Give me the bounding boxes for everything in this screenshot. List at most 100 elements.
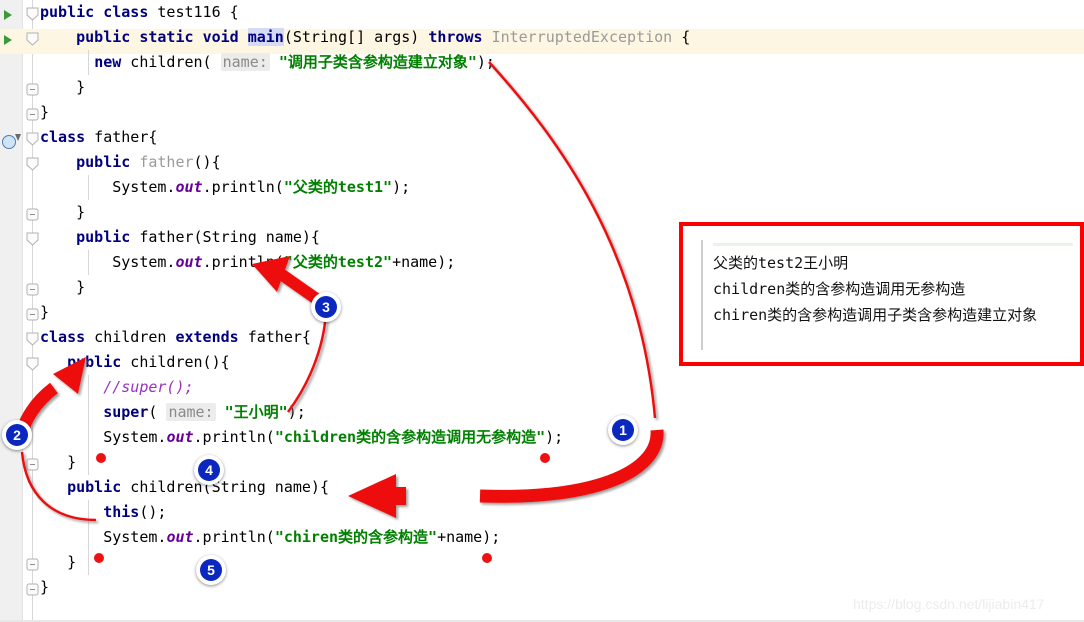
code-token: }	[40, 203, 86, 221]
code-token: }	[40, 78, 86, 96]
code-line-19[interactable]: }	[40, 450, 76, 475]
code-line-7[interactable]: public father(){	[40, 150, 221, 175]
console-output-box: 父类的test2王小明 children类的含参构造调用无参构造 chiren类…	[679, 222, 1084, 366]
code-token: name:	[166, 403, 216, 421]
callout-badge-5: 5	[196, 555, 226, 585]
code-token: {	[672, 28, 691, 46]
code-token: main	[247, 28, 284, 46]
callout-badge-4-label: 4	[198, 459, 220, 481]
watermark: https://blog.csdn.net/lijiabin417	[853, 596, 1045, 612]
code-token: System.	[40, 428, 167, 446]
code-token: new	[94, 53, 122, 71]
code-line-21[interactable]: this();	[40, 500, 166, 525]
code-token: System.	[40, 528, 167, 546]
code-line-9[interactable]: }	[40, 200, 85, 225]
code-line-17[interactable]: super( name: "王小明");	[40, 400, 306, 425]
code-token: children	[85, 328, 176, 346]
code-token: );	[476, 53, 495, 71]
callout-badge-5-label: 5	[200, 559, 222, 581]
code-line-23[interactable]: }	[40, 550, 76, 575]
code-token: );	[287, 403, 306, 421]
code-token: name:	[220, 53, 270, 71]
code-token: "王小明"	[224, 403, 288, 421]
code-token: "调用子类含参构造建立对象"	[278, 53, 477, 71]
code-token: public	[40, 3, 95, 21]
code-token: .println(	[193, 528, 275, 546]
code-token: "父类的test1"	[283, 178, 393, 196]
console-left-rule	[701, 240, 703, 350]
code-token: super	[103, 403, 149, 421]
console-line: 父类的test2王小明	[713, 254, 849, 272]
code-token: this	[103, 503, 140, 521]
code-line-18[interactable]: System.out.println("children类的含参构造调用无参构造…	[40, 425, 563, 450]
code-line-5[interactable]: }	[40, 100, 49, 125]
code-line-13[interactable]: }	[40, 300, 49, 325]
code-line-12[interactable]: }	[40, 275, 85, 300]
callout-badge-1-label: 1	[612, 419, 634, 441]
code-token: public	[76, 28, 131, 46]
code-token: father(String name){	[130, 228, 320, 246]
callout-badge-4: 4	[194, 455, 224, 485]
callout-badge-1: 1	[608, 415, 638, 445]
code-line-24[interactable]: }	[40, 575, 49, 600]
callout-badge-3-label: 3	[315, 296, 337, 318]
code-token: children(){	[121, 353, 230, 371]
code-line-16[interactable]: //super();	[40, 375, 193, 400]
code-token: void	[202, 28, 239, 46]
code-token: public	[76, 153, 131, 171]
code-line-11[interactable]: System.out.println("父类的test2"+name);	[40, 250, 455, 275]
code-token: out	[166, 428, 194, 446]
code-token: out	[166, 528, 194, 546]
code-token: }	[40, 303, 50, 321]
console-top-rule	[713, 243, 1073, 246]
code-token: InterruptedException	[491, 28, 673, 46]
code-token: }	[40, 553, 77, 571]
code-token: father	[139, 153, 194, 171]
code-token: }	[40, 453, 77, 471]
callout-badge-2-label: 2	[6, 424, 28, 446]
code-token: +name);	[392, 253, 456, 271]
code-line-22[interactable]: System.out.println("chiren类的含参构造"+name);	[40, 525, 500, 550]
console-line: chiren类的含参构造调用子类含参构造建立对象	[713, 306, 1038, 324]
code-line-15[interactable]: public children(){	[40, 350, 230, 375]
code-token: class	[103, 3, 149, 21]
code-token: "chiren类的含参构造"	[274, 528, 438, 546]
code-token: );	[392, 178, 411, 196]
code-token: out	[175, 178, 203, 196]
code-token: throws	[428, 28, 483, 46]
code-token: System.	[40, 178, 176, 196]
code-line-2[interactable]: public static void main(String[] args) t…	[40, 25, 690, 50]
code-token: .println(	[202, 178, 284, 196]
code-line-14[interactable]: class children extends father{	[40, 325, 311, 350]
code-token: children(String name){	[121, 478, 329, 496]
code-token: +name);	[437, 528, 501, 546]
code-line-4[interactable]: }	[40, 75, 85, 100]
code-line-1[interactable]: public class test116 {	[40, 0, 239, 25]
code-token: children(	[121, 53, 221, 71]
code-token: public	[67, 353, 122, 371]
code-token: }	[40, 578, 50, 596]
code-line-20[interactable]: public children(String name){	[40, 475, 329, 500]
code-line-10[interactable]: public father(String name){	[40, 225, 320, 250]
code-line-3[interactable]: new children( name: "调用子类含参构造建立对象");	[40, 50, 495, 75]
code-token: static	[139, 28, 194, 46]
code-line-8[interactable]: System.out.println("父类的test1");	[40, 175, 410, 200]
callout-badge-3: 3	[311, 292, 341, 322]
code-line-6[interactable]: class father{	[40, 125, 157, 150]
code-token: public	[67, 478, 122, 496]
